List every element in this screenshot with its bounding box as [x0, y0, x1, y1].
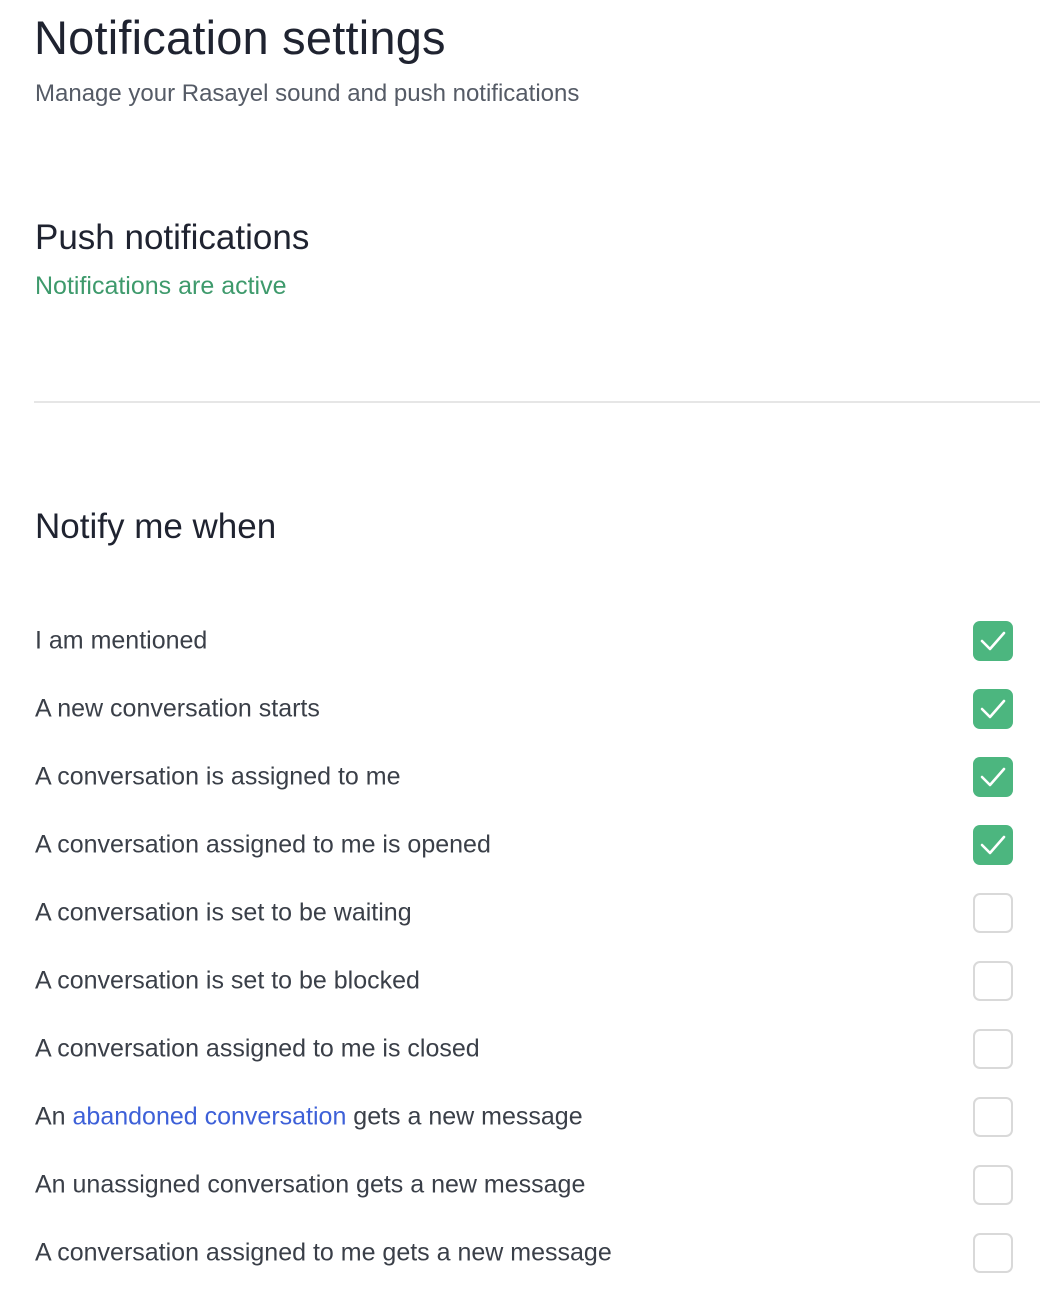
option-label-text: A conversation is set to be blocked	[35, 966, 420, 995]
notify-option-label: I am mentioned	[35, 627, 207, 656]
section-divider	[34, 401, 1040, 403]
notify-option-label: An abandoned conversation gets a new mes…	[35, 1103, 583, 1132]
checkmark-icon	[980, 631, 1006, 651]
page-title: Notification settings	[34, 11, 446, 64]
notify-option-label: A conversation assigned to me gets a new…	[35, 1239, 612, 1268]
option-label-text: A conversation assigned to me is closed	[35, 1034, 480, 1063]
notify-option-row: A conversation assigned to me is opened	[0, 820, 1040, 870]
abandoned-conversation-link[interactable]: abandoned conversation	[73, 1103, 347, 1131]
push-notifications-heading: Push notifications	[35, 218, 310, 257]
notify-option-label: A conversation is set to be waiting	[35, 899, 412, 928]
option-label-text: A conversation is assigned to me	[35, 762, 401, 791]
notify-option-row: A new conversation starts	[0, 684, 1040, 734]
option-label-text: An unassigned conversation gets a new me…	[35, 1170, 586, 1199]
option-label-text: A conversation is set to be waiting	[35, 898, 412, 927]
notify-option-checkbox[interactable]	[973, 1097, 1013, 1137]
notify-option-checkbox[interactable]	[973, 621, 1013, 661]
notify-me-when-heading: Notify me when	[35, 507, 277, 546]
notify-option-checkbox[interactable]	[973, 1233, 1013, 1273]
option-label-text: An	[35, 1102, 73, 1131]
notify-option-label: A conversation is assigned to me	[35, 763, 400, 792]
notify-option-row: I am mentioned	[0, 616, 1040, 666]
notify-option-checkbox[interactable]	[973, 893, 1013, 933]
notify-option-row: An abandoned conversation gets a new mes…	[0, 1092, 1040, 1142]
notify-option-checkbox[interactable]	[973, 1029, 1013, 1069]
notify-option-row: A conversation is set to be waiting	[0, 888, 1040, 938]
notify-option-label: A conversation assigned to me is opened	[35, 831, 491, 860]
option-label-text: gets a new message	[346, 1102, 583, 1131]
notify-option-row: A conversation is set to be blocked	[0, 956, 1040, 1006]
push-status-text: Notifications are active	[35, 272, 287, 300]
notify-option-label: A conversation is set to be blocked	[35, 967, 420, 996]
notify-option-checkbox[interactable]	[973, 689, 1013, 729]
notify-option-row: An unassigned conversation gets a new me…	[0, 1160, 1040, 1210]
page-subtitle: Manage your Rasayel sound and push notif…	[35, 80, 580, 107]
notify-option-label: An unassigned conversation gets a new me…	[35, 1171, 585, 1200]
notify-option-checkbox[interactable]	[973, 825, 1013, 865]
notify-option-checkbox[interactable]	[973, 1165, 1013, 1205]
notify-option-row: A conversation is assigned to me	[0, 752, 1040, 802]
option-label-text: A new conversation starts	[35, 694, 320, 723]
option-label-text: A conversation assigned to me gets a new…	[35, 1238, 612, 1267]
notify-option-row: A conversation assigned to me gets a new…	[0, 1228, 1040, 1278]
checkmark-icon	[980, 767, 1006, 787]
option-label-text: A conversation assigned to me is opened	[35, 830, 491, 859]
notify-option-row: A conversation assigned to me is closed	[0, 1024, 1040, 1074]
notify-option-checkbox[interactable]	[973, 757, 1013, 797]
notify-option-label: A new conversation starts	[35, 695, 320, 724]
option-label-text: I am mentioned	[35, 626, 208, 655]
checkmark-icon	[980, 699, 1006, 719]
notify-option-checkbox[interactable]	[973, 961, 1013, 1001]
checkmark-icon	[980, 835, 1006, 855]
notify-option-label: A conversation assigned to me is closed	[35, 1035, 480, 1064]
